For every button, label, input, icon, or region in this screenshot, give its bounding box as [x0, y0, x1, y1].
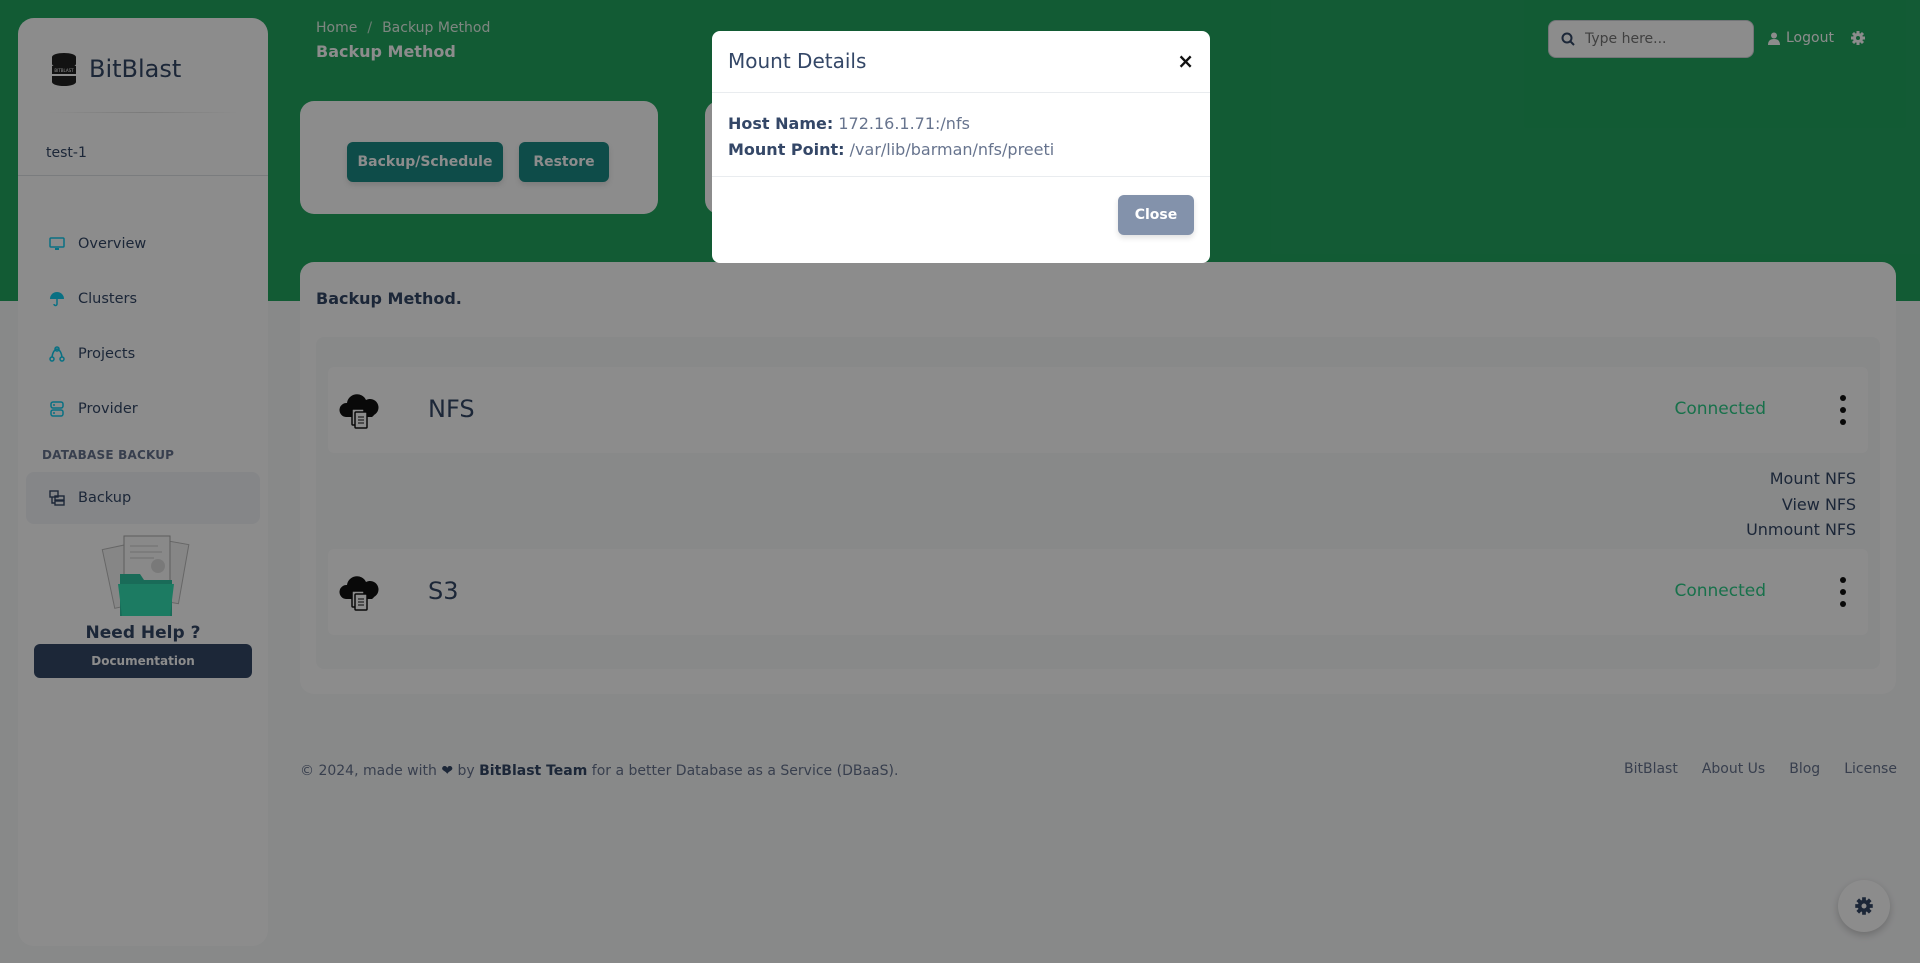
mount-details-modal: Mount Details × Host Name: 172.16.1.71:/… — [712, 31, 1210, 263]
modal-footer: Close — [712, 176, 1210, 263]
modal-body: Host Name: 172.16.1.71:/nfs Mount Point:… — [728, 111, 1054, 162]
host-name-row: Host Name: 172.16.1.71:/nfs — [728, 111, 1054, 137]
mount-point-value: /var/lib/barman/nfs/preeti — [849, 139, 1055, 159]
host-name-label: Host Name: — [728, 114, 834, 133]
mount-point-label: Mount Point: — [728, 139, 845, 159]
host-name-value: 172.16.1.71:/nfs — [838, 114, 970, 133]
modal-title: Mount Details — [728, 49, 867, 73]
modal-header: Mount Details × — [712, 31, 1210, 93]
close-icon[interactable]: × — [1177, 49, 1194, 73]
mount-point-row: Mount Point: /var/lib/barman/nfs/preeti — [728, 137, 1054, 163]
close-button[interactable]: Close — [1118, 195, 1194, 235]
